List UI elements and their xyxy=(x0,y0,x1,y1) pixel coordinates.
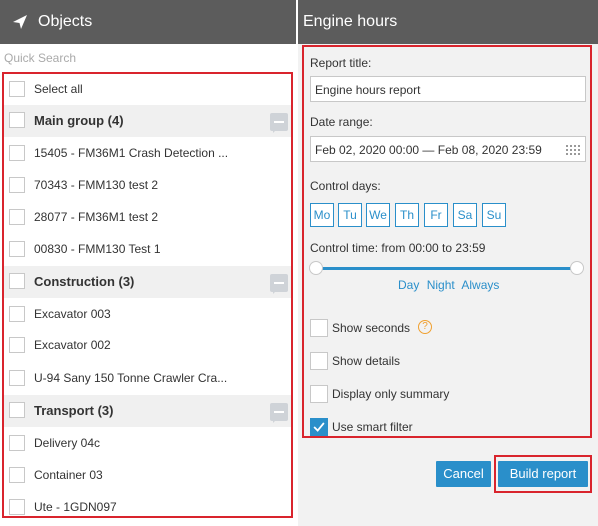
list-item[interactable]: 28077 - FM36M1 test 2 xyxy=(4,202,291,234)
show-seconds-label: Show seconds xyxy=(332,321,411,335)
list-item[interactable]: 70343 - FMM130 test 2 xyxy=(4,170,291,202)
summary-only-checkbox[interactable] xyxy=(310,385,328,403)
time-range-slider[interactable] xyxy=(316,267,580,270)
list-item[interactable]: Container 03 xyxy=(4,460,291,492)
item-label: 00830 - FMM130 Test 1 xyxy=(34,242,161,256)
group-row-construction[interactable]: Construction (3) xyxy=(4,266,291,298)
report-title-input[interactable]: Engine hours report xyxy=(310,76,586,102)
day-toggle-fr[interactable]: Fr xyxy=(424,203,448,227)
item-label: 28077 - FM36M1 test 2 xyxy=(34,210,159,224)
show-details-checkbox[interactable] xyxy=(310,352,328,370)
night-preset-link[interactable]: Night xyxy=(427,278,455,292)
day-preset-link[interactable]: Day xyxy=(398,278,419,292)
group-checkbox[interactable] xyxy=(9,112,25,128)
item-label: Ute - 1GDN097 xyxy=(34,500,117,514)
select-all-row[interactable]: Select all xyxy=(4,74,291,106)
item-label: Excavator 003 xyxy=(34,307,111,321)
list-item[interactable]: 00830 - FMM130 Test 1 xyxy=(4,234,291,266)
day-toggle-tu[interactable]: Tu xyxy=(338,203,362,227)
objects-header: Objects xyxy=(0,0,296,44)
date-range-value: Feb 02, 2020 00:00 — Feb 08, 2020 23:59 xyxy=(315,143,542,157)
collapse-icon[interactable] xyxy=(270,113,288,133)
show-seconds-checkbox[interactable] xyxy=(310,319,328,337)
build-report-highlight: Build report xyxy=(494,455,592,493)
item-checkbox[interactable] xyxy=(9,241,25,257)
item-checkbox[interactable] xyxy=(9,177,25,193)
item-label: Container 03 xyxy=(34,468,103,482)
slider-end-handle[interactable] xyxy=(570,261,584,275)
select-all-checkbox[interactable] xyxy=(9,81,25,97)
day-toggle-th[interactable]: Th xyxy=(395,203,419,227)
summary-only-label: Display only summary xyxy=(332,387,450,401)
item-checkbox[interactable] xyxy=(9,467,25,483)
item-checkbox[interactable] xyxy=(9,306,25,322)
item-checkbox[interactable] xyxy=(9,337,25,353)
cancel-button[interactable]: Cancel xyxy=(436,461,491,487)
show-details-label: Show details xyxy=(332,354,401,368)
collapse-icon[interactable] xyxy=(270,274,288,294)
item-checkbox[interactable] xyxy=(9,435,25,451)
group-checkbox[interactable] xyxy=(9,273,25,289)
group-row-transport[interactable]: Transport (3) xyxy=(4,395,291,427)
item-checkbox[interactable] xyxy=(9,499,25,515)
group-label: Main group (4) xyxy=(34,113,124,128)
control-days-label: Control days: xyxy=(310,179,381,193)
item-checkbox[interactable] xyxy=(9,370,25,386)
list-item[interactable]: Delivery 04c xyxy=(4,428,291,460)
slider-start-handle[interactable] xyxy=(309,261,323,275)
date-range-label: Date range: xyxy=(310,115,373,129)
navigation-arrow-icon xyxy=(13,15,27,29)
quick-search-input[interactable]: Quick Search xyxy=(4,51,76,65)
day-toggle-mo[interactable]: Mo xyxy=(310,203,334,227)
select-all-label: Select all xyxy=(34,82,83,96)
objects-list: Select all Main group (4) 15405 - FM36M1… xyxy=(2,72,293,518)
day-toggle-we[interactable]: We xyxy=(366,203,390,227)
control-time-label: Control time: from 00:00 to 23:59 xyxy=(310,241,486,255)
time-presets: Day Night Always xyxy=(398,278,503,292)
help-icon[interactable]: ? xyxy=(418,320,432,334)
collapse-icon[interactable] xyxy=(270,403,288,423)
objects-title: Objects xyxy=(38,13,93,30)
smart-filter-checkbox[interactable] xyxy=(310,418,328,436)
day-toggle-su[interactable]: Su xyxy=(482,203,506,227)
item-label: 70343 - FMM130 test 2 xyxy=(34,178,159,192)
item-label: Delivery 04c xyxy=(34,436,101,450)
group-row-main[interactable]: Main group (4) xyxy=(4,105,291,137)
list-item[interactable]: Ute - 1GDN097 xyxy=(4,492,291,524)
list-item[interactable]: Excavator 003 xyxy=(4,299,291,331)
smart-filter-label: Use smart filter xyxy=(332,420,413,434)
build-report-button[interactable]: Build report xyxy=(498,461,588,487)
report-header: Engine hours xyxy=(298,0,598,44)
group-checkbox[interactable] xyxy=(9,402,25,418)
group-label: Construction (3) xyxy=(34,274,135,289)
objects-panel: Objects Quick Search Select all Main gro… xyxy=(0,0,296,526)
item-label: Excavator 002 xyxy=(34,338,111,352)
checkmark-icon xyxy=(313,422,325,432)
report-settings: Report title: Engine hours report Date r… xyxy=(302,45,592,438)
date-range-input[interactable]: Feb 02, 2020 00:00 — Feb 08, 2020 23:59 xyxy=(310,136,586,162)
list-item[interactable]: Excavator 002 xyxy=(4,330,291,362)
day-toggle-sa[interactable]: Sa xyxy=(453,203,477,227)
item-checkbox[interactable] xyxy=(9,145,25,161)
group-label: Transport (3) xyxy=(34,403,114,418)
always-preset-link[interactable]: Always xyxy=(461,278,499,292)
calendar-icon[interactable] xyxy=(566,145,580,155)
item-label: U-94 Sany 150 Tonne Crawler Cra... xyxy=(34,371,228,385)
item-label: 15405 - FM36M1 Crash Detection ... xyxy=(34,146,229,160)
list-item[interactable]: 15405 - FM36M1 Crash Detection ... xyxy=(4,138,291,170)
report-panel: Engine hours Report title: Engine hours … xyxy=(298,0,598,526)
item-checkbox[interactable] xyxy=(9,209,25,225)
list-item[interactable]: U-94 Sany 150 Tonne Crawler Cra... xyxy=(4,363,291,395)
report-panel-title: Engine hours xyxy=(303,13,398,30)
report-title-label: Report title: xyxy=(310,56,372,70)
